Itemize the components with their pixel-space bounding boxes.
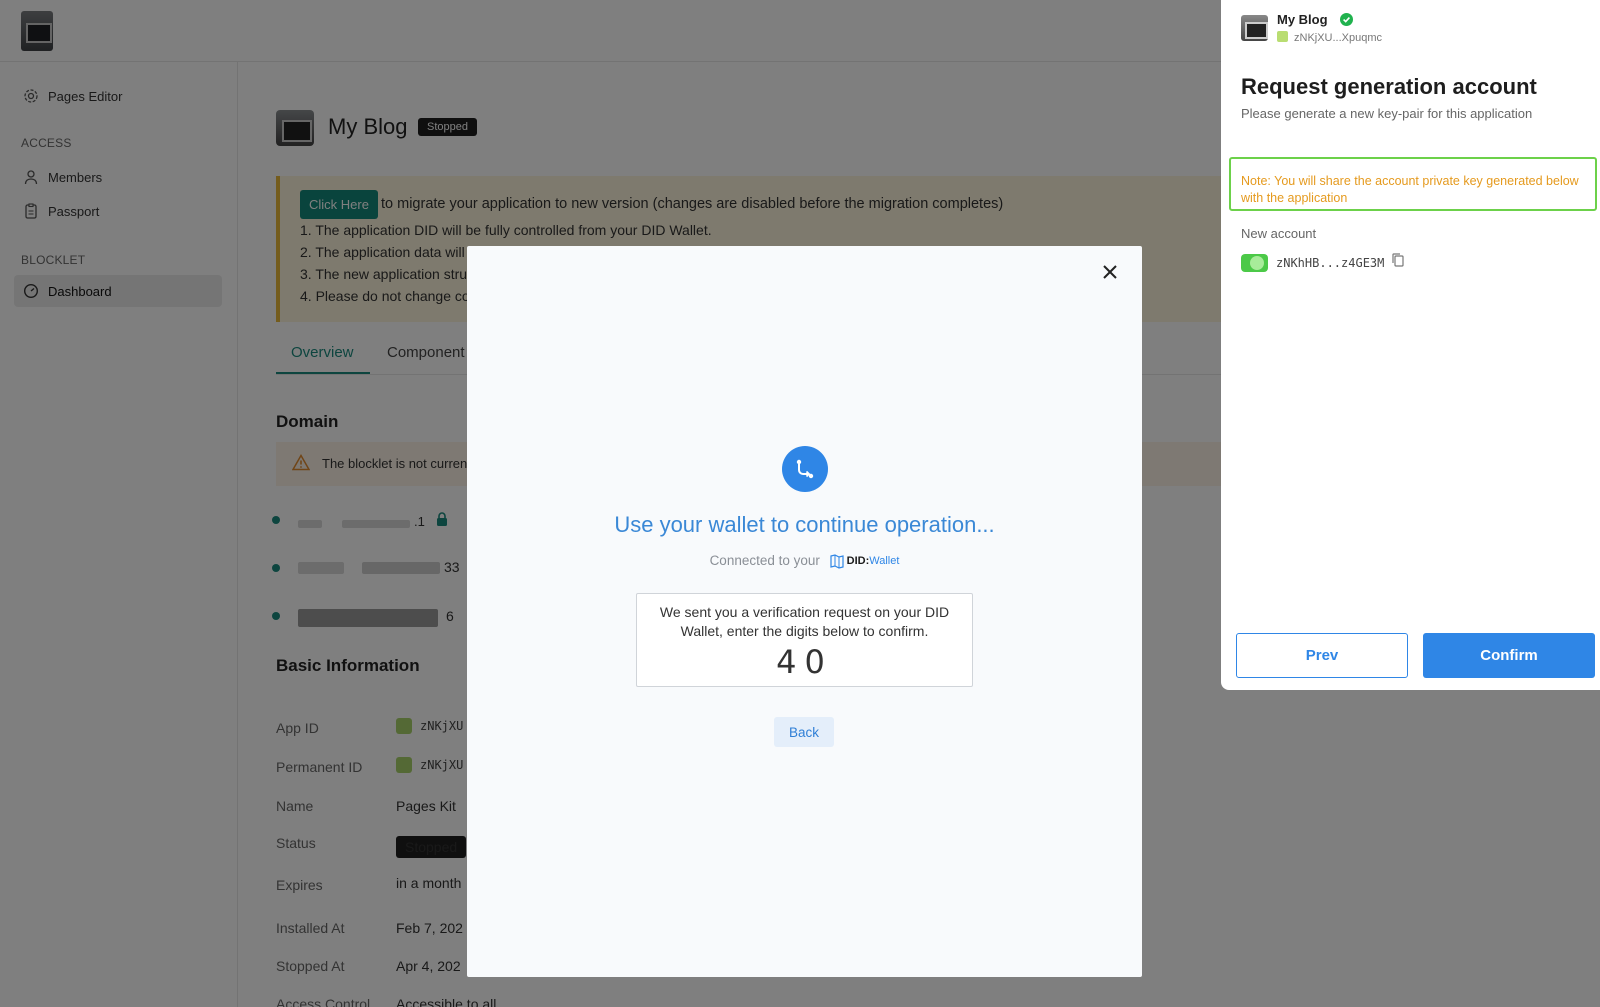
account-avatar (1241, 253, 1268, 272)
prev-button[interactable]: Prev (1236, 633, 1408, 678)
panel-app-did-text: zNKjXU...Xpuqmc (1294, 32, 1383, 44)
app-avatar (1241, 15, 1268, 41)
panel-app-did: zNKjXU...Xpuqmc (1277, 31, 1382, 44)
panel-app-name: My Blog (1277, 12, 1328, 27)
account-request-panel: My Blog zNKjXU...Xpuqmc Request generati… (1221, 0, 1600, 690)
back-button[interactable]: Back (774, 717, 834, 747)
connected-to: Connected to your DID: Wallet (467, 553, 1142, 569)
verification-box: We sent you a verification request on yo… (636, 593, 973, 687)
private-key-note: Note: You will share the account private… (1229, 157, 1597, 211)
wallet-connect-icon (782, 446, 828, 492)
verification-code: 40 (776, 643, 833, 681)
panel-title: Request generation account (1241, 74, 1537, 99)
new-account-did: zNKhHB...z4GE3M (1276, 255, 1385, 270)
did-avatar (1277, 31, 1288, 42)
panel-subtitle: Please generate a new key-pair for this … (1241, 106, 1533, 121)
confirm-button[interactable]: Confirm (1423, 633, 1595, 678)
wallet-modal: Use your wallet to continue operation...… (467, 246, 1142, 977)
did-wallet-logo: DID: Wallet (830, 554, 900, 569)
new-account: zNKhHB...z4GE3M (1241, 253, 1404, 272)
copy-icon[interactable] (1392, 253, 1404, 272)
did-brand-text: DID: (846, 555, 870, 568)
verification-text: We sent you a verification request on yo… (659, 604, 950, 639)
close-icon[interactable] (1100, 262, 1120, 282)
new-account-label: New account (1241, 226, 1317, 241)
modal-title: Use your wallet to continue operation... (614, 512, 995, 537)
verified-icon (1340, 13, 1353, 31)
connected-label: Connected to your (709, 553, 820, 568)
did-wallet-text: Wallet (869, 555, 900, 568)
